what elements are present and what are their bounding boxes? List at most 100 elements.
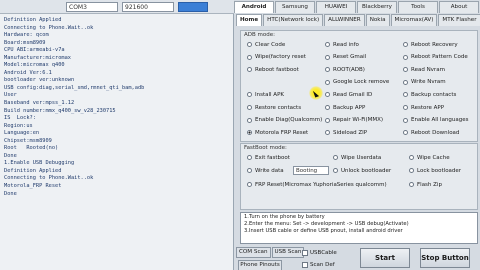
log-line: IS Lock?:: [4, 115, 36, 122]
option-google-lock-remove[interactable]: Google Lock remove: [325, 78, 389, 87]
log-panel: COM3 921600 Definition Applied Connecting…: [0, 0, 234, 270]
com-scan-toggle[interactable]: COM Scan USB Scan: [236, 247, 305, 258]
option-write-data[interactable]: Write data: [247, 166, 284, 175]
option-label: Reboot fastboot: [255, 66, 299, 73]
radio-icon: [403, 105, 408, 110]
phone-pinouts-button[interactable]: Phone Pinouts: [238, 260, 282, 270]
tab-nokia[interactable]: Nokia: [365, 14, 390, 26]
radio-icon: [403, 54, 408, 60]
adb-mode-group: ADB mode: Clear Code Wipe(factory reset Re…: [240, 30, 478, 142]
partition-select[interactable]: Booting: [293, 166, 329, 175]
option-write-nvram[interactable]: Write Nvram: [403, 78, 446, 87]
radio-icon: [247, 155, 252, 160]
option-flash-zip[interactable]: Flash Zip: [409, 180, 442, 189]
tab-android[interactable]: Android: [234, 1, 274, 13]
option-label: Exit fastboot: [255, 154, 290, 161]
option-reset-gmail[interactable]: Reset Gmail: [325, 53, 366, 62]
option-label: Write data: [255, 167, 284, 174]
option-label: Repair Wi-Fi(MMX): [333, 117, 384, 124]
log-line: USB config:diag,serial_smd,rmnet_qti_bam…: [4, 84, 145, 91]
option-repair-wi-fi-mmx[interactable]: Repair Wi-Fi(MMX): [325, 116, 383, 125]
log-line: Baseband ver:mpss_1.12: [4, 100, 75, 107]
baud-select[interactable]: 921600: [122, 2, 174, 12]
option-reboot-pattern-code[interactable]: Reboot Pattern Code: [403, 53, 468, 62]
stop-button[interactable]: Stop Button: [420, 248, 470, 268]
radio-icon: [247, 117, 252, 123]
option-frp-reset-micromax[interactable]: FRP Reset(Micromax YuphoriaSeries qualco…: [247, 180, 387, 189]
radio-icon: [409, 168, 414, 173]
log-output: Definition Applied Connecting to Phone.Wa…: [4, 17, 232, 267]
bottom-bar: COM Scan USB Scan USBCable Phone Pinouts…: [234, 246, 480, 270]
checkbox-icon: [302, 249, 308, 256]
tab-allwinner[interactable]: ALLWINNER: [324, 14, 365, 26]
option-label: Motorola FRP Reset: [255, 129, 309, 136]
option-reboot-fastboot[interactable]: Reboot fastboot: [247, 65, 299, 74]
option-label: Read Nvram: [411, 66, 445, 73]
tab-about[interactable]: About: [439, 1, 479, 13]
tab-samsung[interactable]: Samsung: [275, 1, 315, 13]
option-restore-contacts[interactable]: Restore contacts: [247, 103, 301, 112]
option-label: Read info: [333, 41, 359, 48]
radio-icon: [403, 130, 408, 136]
tab-mtk-flasher[interactable]: MTK Flasher: [438, 14, 480, 26]
instruction-line: 2.Enter the menu: Set -> development -> …: [244, 221, 409, 228]
log-line: Region:us: [4, 122, 33, 129]
option-exit-fastboot[interactable]: Exit fastboot: [247, 153, 290, 162]
start-button[interactable]: Start Button: [360, 248, 410, 268]
option-label: Reboot Download: [411, 129, 460, 136]
option-reboot-recovery[interactable]: Reboot Recovery: [403, 40, 458, 49]
usb-scan-label: USB Scan: [271, 247, 305, 258]
tab-blackberry[interactable]: Blackberry: [357, 1, 397, 13]
fastboot-mode-group: FastBoot mode: Exit fastboot Wipe Userda…: [240, 143, 478, 210]
log-line: User: [4, 92, 17, 99]
tab-micromax-av-[interactable]: Micromax(AV): [390, 14, 438, 26]
log-line: Connecting to Phone.Wait..ok: [4, 24, 94, 31]
option-sideload-zip[interactable]: Sideload ZIP: [325, 128, 367, 137]
radio-icon: [333, 168, 338, 173]
port-select[interactable]: COM3: [66, 2, 118, 12]
option-read-nvram[interactable]: Read Nvram: [403, 65, 445, 74]
instructions-box: 1.Turn on the phone by battery 2.Enter t…: [240, 212, 478, 244]
option-restore-app[interactable]: Restore APP: [403, 103, 444, 112]
option-label: Google Lock remove: [333, 79, 390, 86]
option-clear-code[interactable]: Clear Code: [247, 40, 285, 49]
usb-cable-checkbox[interactable]: USBCable: [302, 248, 337, 257]
tab-huawei[interactable]: HUAWEI: [316, 1, 356, 13]
option-wipe-factory-reset[interactable]: Wipe(factory reset: [247, 53, 306, 62]
log-line: Hardware: qcom: [4, 32, 49, 39]
option-enable-diag-qualcomm[interactable]: Enable Diag(Qualcomm): [247, 116, 322, 125]
option-backup-contacts[interactable]: Backup contacts: [403, 90, 456, 99]
radio-icon: [403, 79, 408, 85]
option-motorola-frp-reset[interactable]: Motorola FRP Reset: [247, 128, 308, 137]
tab-htc-network-lock-[interactable]: HTC(Network lock): [263, 14, 324, 26]
log-line: Definition Applied: [4, 167, 62, 174]
option-label: Reset Gmail: [333, 54, 367, 61]
option-label: Wipe(factory reset: [255, 54, 306, 61]
option-label: Restore APP: [411, 104, 445, 111]
option-label: Write Nvram: [411, 79, 446, 86]
log-line: Chipset:msm8909: [4, 137, 52, 144]
option-reboot-download[interactable]: Reboot Download: [403, 128, 459, 137]
radio-icon: [409, 155, 414, 160]
option-enable-all-languages[interactable]: Enable All languages: [403, 116, 469, 125]
tab-home[interactable]: Home: [236, 14, 263, 26]
radio-icon: [247, 105, 252, 110]
log-line: CPU ABI:armeabi-v7a: [4, 47, 65, 54]
option-backup-app[interactable]: Backup APP: [325, 103, 365, 112]
main-tabs: Android Samsung HUAWEI Blackberry Tools About: [234, 1, 480, 13]
model-select[interactable]: [178, 2, 208, 12]
option-lock-bootloader[interactable]: Lock bootloader: [409, 166, 461, 175]
option-label: Restore contacts: [255, 104, 302, 111]
option-label: Clear Code: [255, 41, 286, 48]
option-root-adb[interactable]: ROOT(ADB): [325, 65, 365, 74]
option-install-apk[interactable]: Install APK: [247, 90, 284, 99]
option-unlock-bootloader[interactable]: Unlock bootloader: [333, 166, 391, 175]
option-label: Lock bootloader: [417, 167, 462, 174]
option-wipe-cache[interactable]: Wipe Cache: [409, 153, 450, 162]
checkbox-label: USBCable: [310, 249, 337, 256]
option-read-info[interactable]: Read info: [325, 40, 359, 49]
option-read-gmail-id[interactable]: Read Gmail ID: [325, 90, 372, 99]
option-wipe-userdata[interactable]: Wipe Userdata: [333, 153, 381, 162]
scan-def-checkbox[interactable]: Scan Def: [302, 260, 335, 269]
tab-tools[interactable]: Tools: [398, 1, 438, 13]
